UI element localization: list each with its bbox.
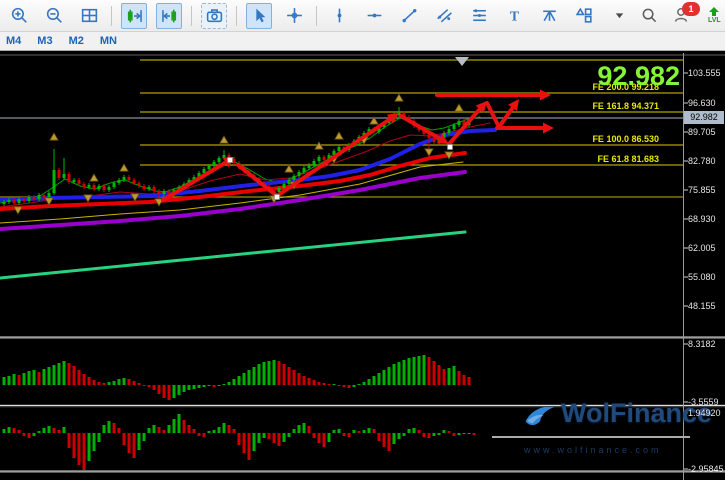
fibonacci-icon[interactable]	[466, 3, 492, 29]
channel-icon[interactable]	[431, 3, 457, 29]
separator	[191, 6, 192, 26]
search-icon[interactable]	[641, 7, 658, 24]
toolbar: T 1 LVL	[0, 0, 725, 32]
pitchfork-icon[interactable]	[536, 3, 562, 29]
watermark-url: www.wolfinance.com	[524, 445, 662, 455]
tab-m4[interactable]: M4	[6, 35, 21, 47]
toolbar-right-group: 1 LVL	[641, 6, 725, 26]
separator	[111, 6, 112, 26]
grid-icon[interactable]	[76, 3, 102, 29]
separator	[316, 6, 317, 26]
camera-icon[interactable]	[201, 3, 227, 29]
timeframe-bar: M4 M3 M2 MN	[0, 32, 725, 51]
horizontal-line-icon[interactable]	[361, 3, 387, 29]
tab-mn[interactable]: MN	[100, 35, 117, 47]
notification-badge: 1	[682, 2, 700, 16]
shift-right-icon[interactable]	[121, 3, 147, 29]
current-price-tag: 92.982	[684, 111, 724, 124]
shapes-icon[interactable]	[571, 3, 597, 29]
wolfinance-logo-icon	[521, 398, 559, 434]
vertical-line-icon[interactable]	[326, 3, 352, 29]
tab-m3[interactable]: M3	[37, 35, 52, 47]
crosshair-icon[interactable]	[281, 3, 307, 29]
level-icon[interactable]: LVL	[708, 7, 721, 24]
trendline-icon[interactable]	[396, 3, 422, 29]
watermark: WolFinance	[521, 398, 712, 434]
text-icon[interactable]: T	[501, 3, 527, 29]
watermark-text: WolFinance	[561, 398, 712, 429]
watermark-divider	[492, 436, 690, 438]
arrow-up-icon	[708, 7, 720, 16]
drawing-tools-group: T	[6, 3, 632, 29]
tab-m2[interactable]: M2	[69, 35, 84, 47]
separator	[236, 6, 237, 26]
shift-left-icon[interactable]	[156, 3, 182, 29]
dropdown-arrow-icon[interactable]	[606, 3, 632, 29]
level-label: LVL	[708, 17, 721, 24]
big-price: 92.982	[597, 61, 680, 92]
account-icon[interactable]: 1	[673, 6, 693, 26]
zoom-out-icon[interactable]	[41, 3, 67, 29]
cursor-icon[interactable]	[246, 3, 272, 29]
svg-text:T: T	[509, 8, 518, 23]
zoom-in-icon[interactable]	[6, 3, 32, 29]
